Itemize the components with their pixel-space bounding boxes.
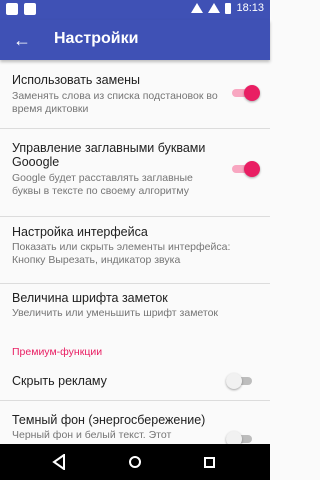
app-bar: ← Настройки — [0, 20, 270, 60]
setting-interface[interactable]: Настройка интерфейса Показать или скрыть… — [0, 217, 270, 283]
setting-title: Настройка интерфейса — [12, 225, 148, 239]
android-icon — [24, 3, 36, 15]
navigation-bar — [0, 444, 270, 480]
setting-replacements[interactable]: Использовать замены Заменять слова из сп… — [0, 60, 270, 128]
setting-subtitle: Заменять слова из списка подстановок во … — [12, 90, 218, 115]
replacements-toggle[interactable] — [232, 85, 260, 101]
status-time: 18:13 — [236, 2, 264, 14]
setting-hide-ads[interactable]: Скрыть рекламу — [0, 362, 270, 400]
setting-subtitle: Увеличить или уменьшить шрифт заметок — [12, 307, 219, 319]
wifi-icon — [191, 3, 204, 13]
notification-icon — [6, 3, 18, 15]
setting-title: Величина шрифта заметок — [12, 291, 168, 305]
setting-dark-background[interactable]: Темный фон (энергосбережение) Черный фон… — [0, 401, 270, 444]
setting-font-size[interactable]: Величина шрифта заметок Увеличить или ум… — [0, 284, 270, 342]
setting-title: Скрыть рекламу — [12, 374, 107, 388]
nav-recents-icon[interactable] — [200, 453, 218, 471]
setting-subtitle: Google будет расставлять заглавные буквы… — [12, 172, 193, 197]
setting-title: Темный фон (энергосбережение) — [12, 413, 206, 427]
nav-home-icon[interactable] — [126, 453, 144, 471]
setting-title: Использовать замены — [12, 73, 141, 87]
setting-subtitle: Показать или скрыть элементы интерфейса:… — [12, 241, 231, 266]
settings-list: Использовать замены Заменять слова из сп… — [0, 60, 270, 444]
nav-back-icon[interactable] — [50, 453, 68, 471]
setting-title: Управление заглавными буквами Gooogle — [12, 141, 206, 169]
status-bar: 18:13 — [0, 0, 270, 20]
battery-icon — [225, 2, 232, 14]
capitalization-toggle[interactable] — [232, 161, 260, 177]
signal-icon — [208, 3, 221, 13]
section-header-premium: Премиум-функции — [12, 346, 103, 358]
setting-capitalization[interactable]: Управление заглавными буквами Gooogle Go… — [0, 129, 270, 216]
notification-icons — [6, 3, 36, 15]
page-title: Настройки — [54, 30, 139, 47]
back-arrow-icon[interactable]: ← — [8, 26, 36, 54]
setting-subtitle: Черный фон и белый текст. Этот — [12, 429, 172, 441]
dark-background-toggle[interactable] — [226, 431, 254, 444]
hide-ads-toggle[interactable] — [226, 373, 254, 389]
